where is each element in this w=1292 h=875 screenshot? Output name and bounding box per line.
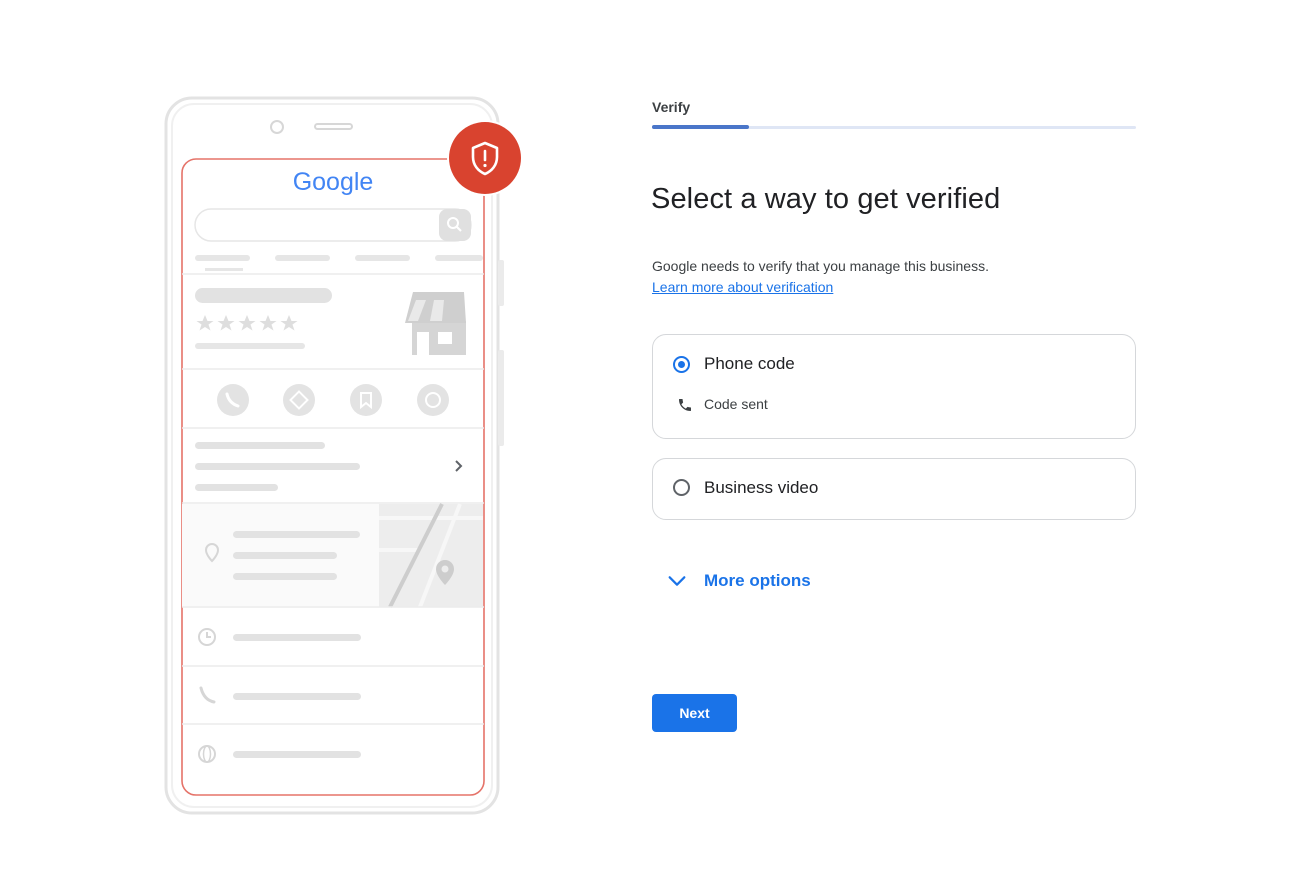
option-business-video[interactable]: Business video [652,458,1136,520]
code-sent-text: Code sent [704,396,768,412]
business-video-radio[interactable] [673,479,690,496]
step-label: Verify [652,99,691,115]
next-button[interactable]: Next [652,694,737,732]
progress-fill [652,125,749,129]
chevron-down-icon [668,576,686,586]
page-title: Select a way to get verified [651,183,1001,215]
description-text: Google needs to verify that you manage t… [652,258,989,274]
phone-icon [679,399,691,411]
phone-code-radio[interactable] [673,356,690,373]
more-options-toggle[interactable]: More options [666,568,811,594]
learn-more-link[interactable]: Learn more about verification [652,279,833,295]
progress-bar [652,125,1136,129]
option-label: Business video [704,478,819,497]
google-logo: Google [293,168,374,196]
option-phone-code[interactable]: Phone code Code sent [652,334,1136,439]
phone-illustration: Google [164,96,523,815]
more-options-label: More options [704,571,811,590]
option-label: Phone code [704,354,795,373]
